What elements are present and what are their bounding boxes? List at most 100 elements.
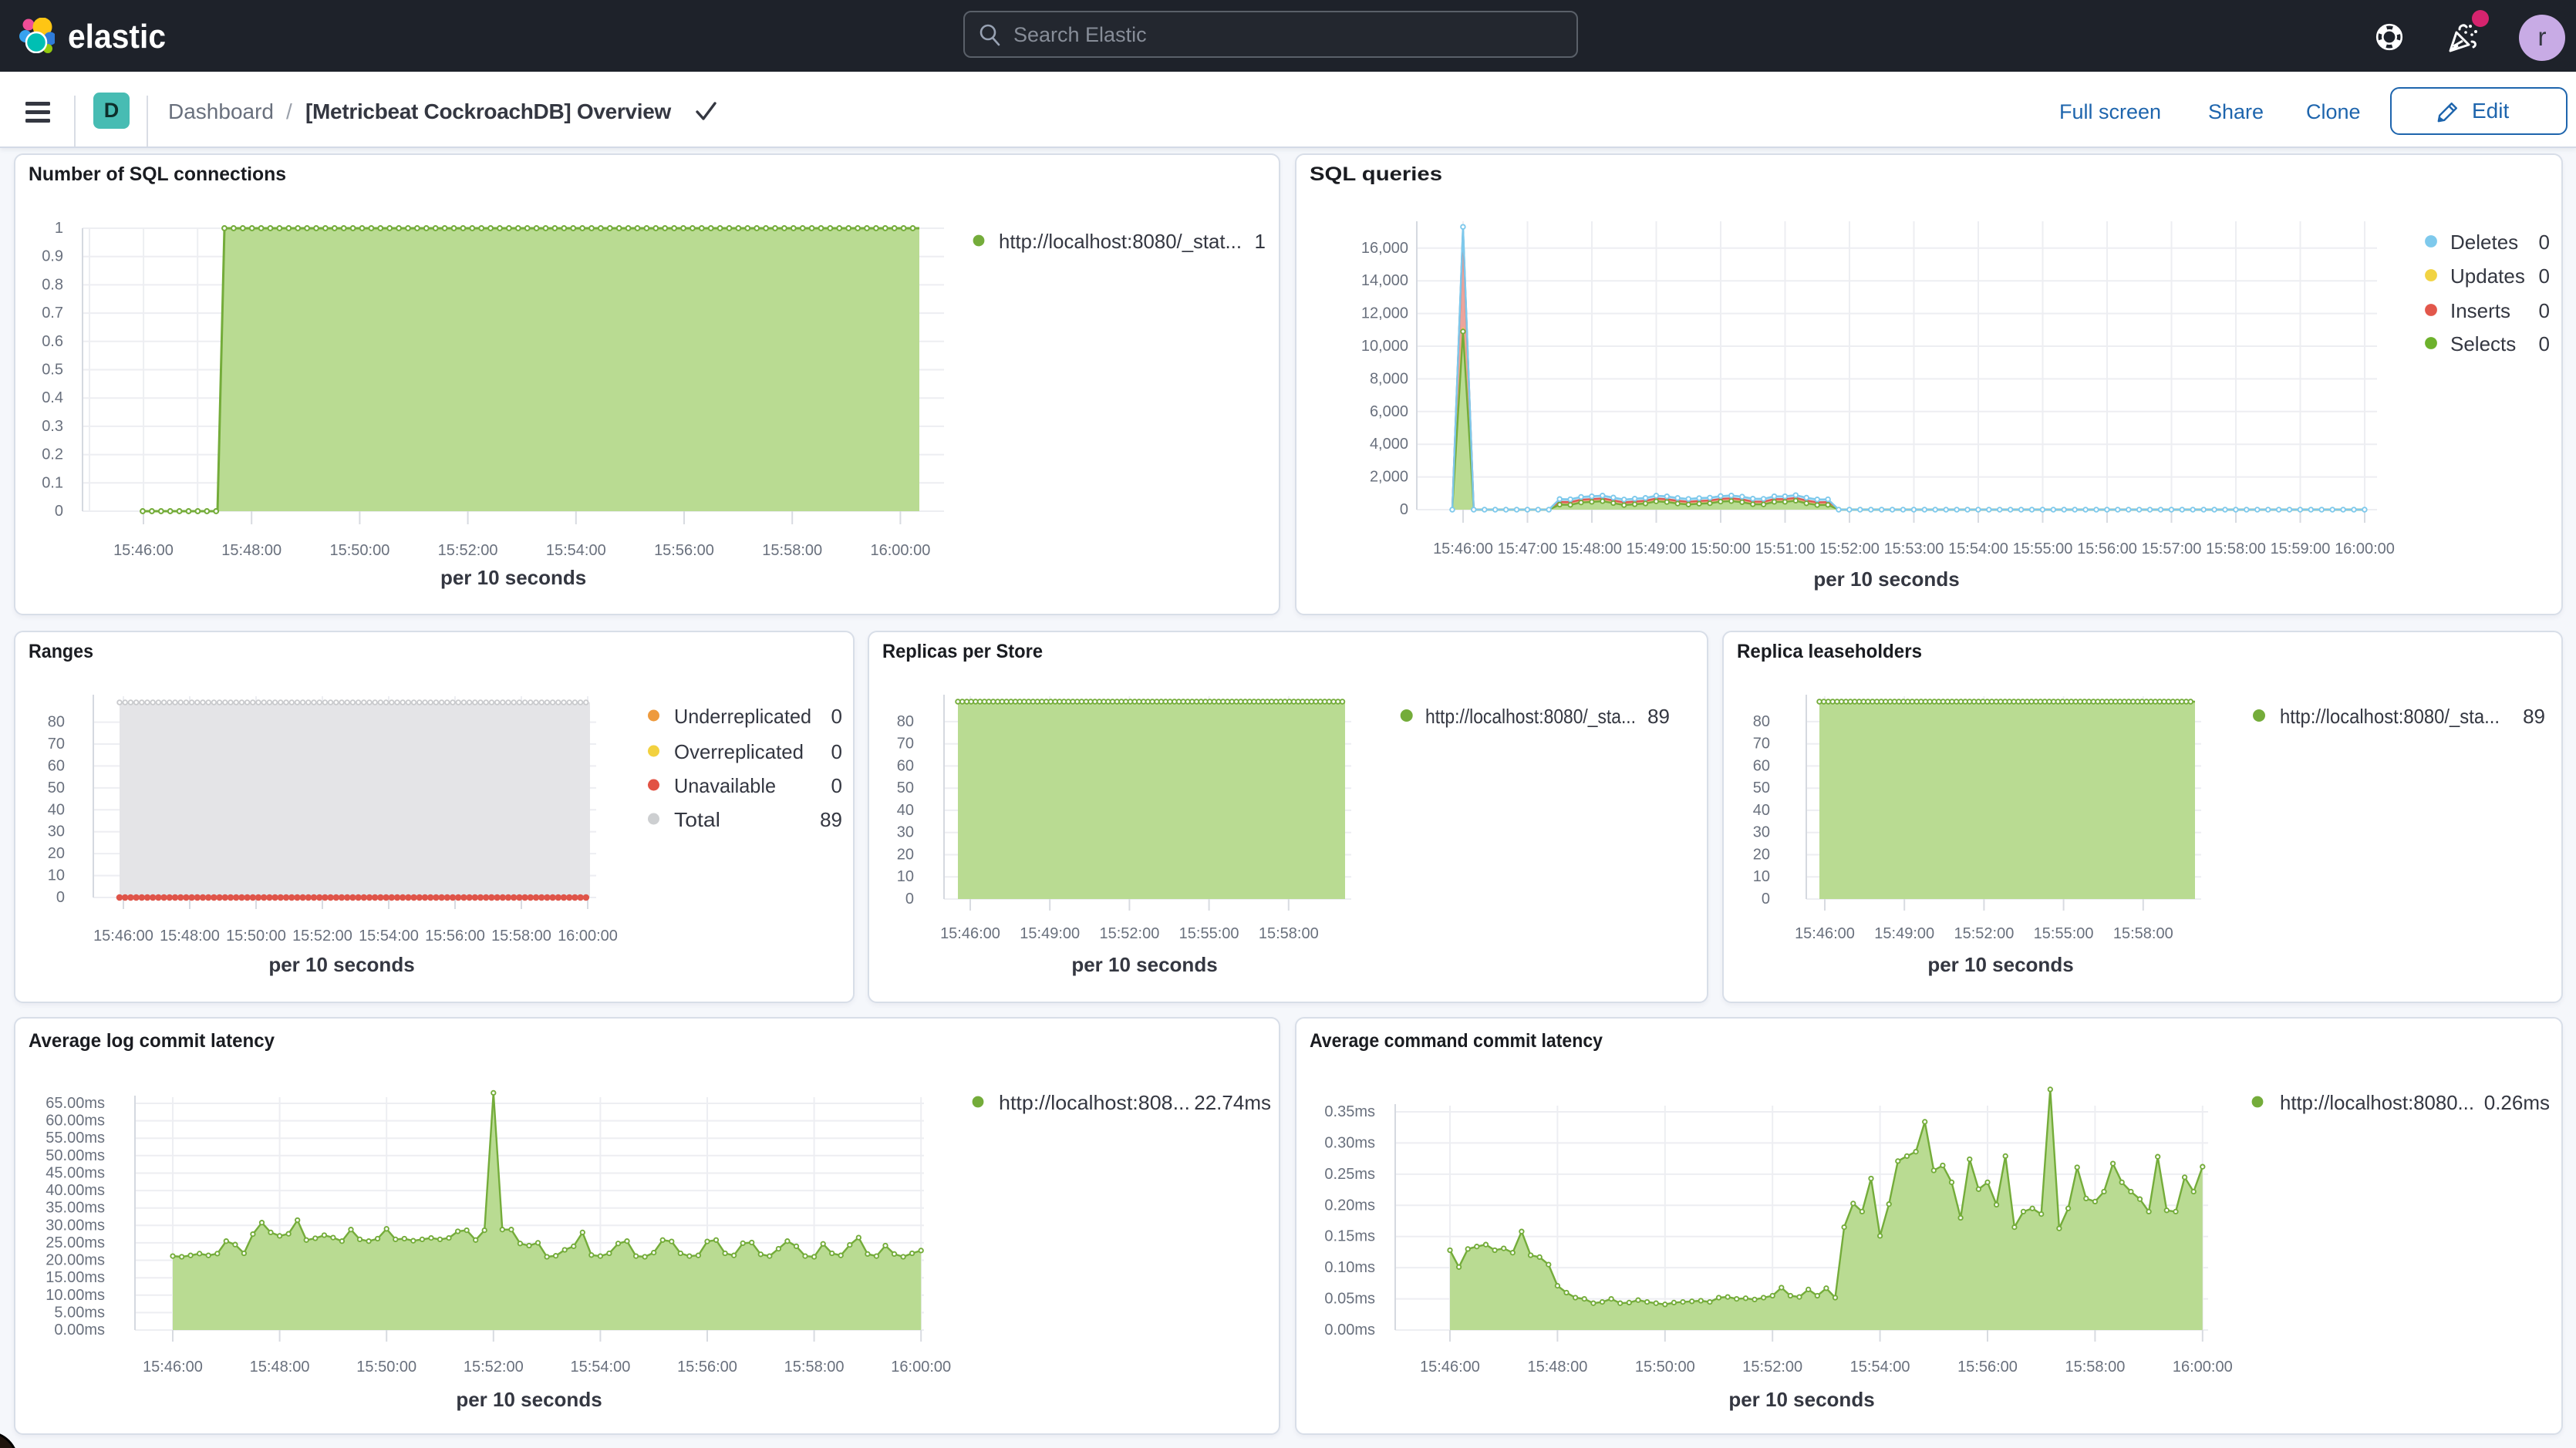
svg-text:0.25ms: 0.25ms: [1324, 1166, 1375, 1183]
svg-text:15:52:00: 15:52:00: [1819, 540, 1880, 557]
svg-text:15:56:00: 15:56:00: [2077, 540, 2137, 557]
svg-text:60: 60: [1753, 757, 1770, 774]
svg-text:15:52:00: 15:52:00: [1099, 925, 1159, 942]
svg-text:0.4: 0.4: [42, 389, 63, 406]
svg-text:20: 20: [1753, 847, 1770, 864]
svg-text:22.74ms: 22.74ms: [1194, 1091, 1271, 1114]
svg-text:15:50:00: 15:50:00: [226, 928, 286, 945]
svg-text:0.20ms: 0.20ms: [1324, 1197, 1375, 1214]
svg-text:0.1: 0.1: [42, 474, 63, 491]
svg-text:15:49:00: 15:49:00: [1020, 925, 1080, 942]
svg-text:40: 40: [897, 802, 914, 819]
svg-text:Replica leaseholders: Replica leaseholders: [1737, 641, 1922, 662]
svg-text:http://localhost:8080/_stat...: http://localhost:8080/_stat...: [999, 230, 1242, 253]
svg-text:per 10 seconds: per 10 seconds: [1071, 953, 1217, 976]
svg-text:Average log commit latency: Average log commit latency: [29, 1030, 275, 1052]
svg-text:15:57:00: 15:57:00: [2142, 540, 2202, 557]
svg-text:Deletes: Deletes: [2450, 231, 2518, 254]
svg-text:http://localhost:8080/_sta...: http://localhost:8080/_sta...: [2280, 705, 2500, 728]
svg-text:40.00ms: 40.00ms: [46, 1182, 105, 1199]
svg-text:per 10 seconds: per 10 seconds: [268, 953, 414, 976]
svg-text:SQL queries: SQL queries: [1310, 163, 1442, 185]
svg-text:16:00:00: 16:00:00: [2173, 1359, 2233, 1376]
svg-text:15:46:00: 15:46:00: [93, 928, 153, 945]
svg-text:15:48:00: 15:48:00: [160, 928, 220, 945]
svg-text:15:59:00: 15:59:00: [2271, 540, 2331, 557]
svg-text:0.10ms: 0.10ms: [1324, 1259, 1375, 1276]
svg-text:1: 1: [55, 220, 63, 237]
svg-text:15.00ms: 15.00ms: [46, 1269, 105, 1286]
svg-text:80: 80: [897, 713, 914, 730]
svg-text:per 10 seconds: per 10 seconds: [440, 566, 586, 589]
svg-text:0: 0: [1762, 891, 1770, 908]
svg-text:15:50:00: 15:50:00: [1635, 1359, 1695, 1376]
svg-text:15:53:00: 15:53:00: [1884, 540, 1944, 557]
svg-text:15:55:00: 15:55:00: [1179, 925, 1239, 942]
svg-text:15:49:00: 15:49:00: [1627, 540, 1687, 557]
svg-text:30: 30: [897, 824, 914, 841]
svg-text:15:56:00: 15:56:00: [1957, 1359, 2018, 1376]
svg-text:15:47:00: 15:47:00: [1498, 540, 1558, 557]
svg-text:15:54:00: 15:54:00: [1850, 1359, 1910, 1376]
svg-text:0: 0: [2539, 299, 2550, 322]
svg-text:Underreplicated: Underreplicated: [674, 705, 811, 728]
svg-text:15:48:00: 15:48:00: [221, 542, 282, 559]
svg-text:Updates: Updates: [2450, 264, 2525, 288]
svg-text:0: 0: [831, 740, 842, 763]
svg-text:10,000: 10,000: [1361, 338, 1408, 355]
svg-text:65.00ms: 65.00ms: [46, 1095, 105, 1112]
svg-text:30.00ms: 30.00ms: [46, 1217, 105, 1234]
svg-text:15:52:00: 15:52:00: [464, 1359, 524, 1376]
svg-text:0.8: 0.8: [42, 276, 63, 293]
svg-text:50.00ms: 50.00ms: [46, 1147, 105, 1164]
svg-text:10: 10: [1753, 868, 1770, 885]
svg-text:10: 10: [48, 867, 65, 884]
svg-text:16:00:00: 16:00:00: [891, 1359, 951, 1376]
svg-text:0: 0: [55, 503, 63, 520]
svg-text:15:58:00: 15:58:00: [2206, 540, 2266, 557]
svg-text:0: 0: [56, 889, 65, 906]
svg-text:15:50:00: 15:50:00: [329, 542, 389, 559]
svg-text:15:52:00: 15:52:00: [438, 542, 498, 559]
svg-text:0: 0: [2539, 264, 2550, 288]
svg-text:Ranges: Ranges: [29, 641, 93, 662]
svg-text:40: 40: [1753, 802, 1770, 819]
svg-text:5.00ms: 5.00ms: [54, 1304, 105, 1321]
svg-text:15:54:00: 15:54:00: [546, 542, 606, 559]
svg-text:55.00ms: 55.00ms: [46, 1130, 105, 1147]
svg-text:0: 0: [831, 705, 842, 728]
svg-text:http://localhost:8080...: http://localhost:8080...: [2280, 1091, 2474, 1114]
svg-text:80: 80: [1753, 713, 1770, 730]
svg-text:50: 50: [1753, 780, 1770, 796]
svg-text:16:00:00: 16:00:00: [870, 542, 930, 559]
svg-text:30: 30: [1753, 824, 1770, 841]
svg-text:12,000: 12,000: [1361, 305, 1408, 322]
svg-text:60.00ms: 60.00ms: [46, 1113, 105, 1130]
svg-text:0.3: 0.3: [42, 418, 63, 435]
svg-text:Unavailable: Unavailable: [674, 774, 776, 797]
svg-text:Average command commit latency: Average command commit latency: [1310, 1030, 1603, 1052]
svg-text:15:46:00: 15:46:00: [1433, 540, 1493, 557]
svg-text:15:58:00: 15:58:00: [491, 928, 551, 945]
svg-text:per 10 seconds: per 10 seconds: [1728, 1388, 1874, 1411]
svg-text:15:56:00: 15:56:00: [654, 542, 714, 559]
svg-text:per 10 seconds: per 10 seconds: [456, 1388, 602, 1411]
svg-text:0.00ms: 0.00ms: [54, 1322, 105, 1339]
svg-text:50: 50: [897, 780, 914, 796]
svg-text:40: 40: [48, 801, 65, 818]
svg-text:20.00ms: 20.00ms: [46, 1252, 105, 1269]
svg-text:0.15ms: 0.15ms: [1324, 1228, 1375, 1245]
svg-text:4,000: 4,000: [1370, 436, 1408, 453]
svg-text:60: 60: [897, 757, 914, 774]
svg-text:Total: Total: [674, 808, 720, 831]
svg-text:http://localhost:8080/_sta...: http://localhost:8080/_sta...: [1425, 705, 1636, 728]
svg-text:15:48:00: 15:48:00: [1562, 540, 1622, 557]
svg-text:0.26ms: 0.26ms: [2484, 1091, 2550, 1114]
svg-text:70: 70: [48, 736, 65, 753]
svg-text:15:46:00: 15:46:00: [1420, 1359, 1480, 1376]
svg-text:15:58:00: 15:58:00: [2113, 925, 2173, 942]
svg-text:0.5: 0.5: [42, 362, 63, 379]
svg-text:15:56:00: 15:56:00: [425, 928, 485, 945]
svg-text:Selects: Selects: [2450, 332, 2516, 355]
svg-text:15:48:00: 15:48:00: [250, 1359, 310, 1376]
